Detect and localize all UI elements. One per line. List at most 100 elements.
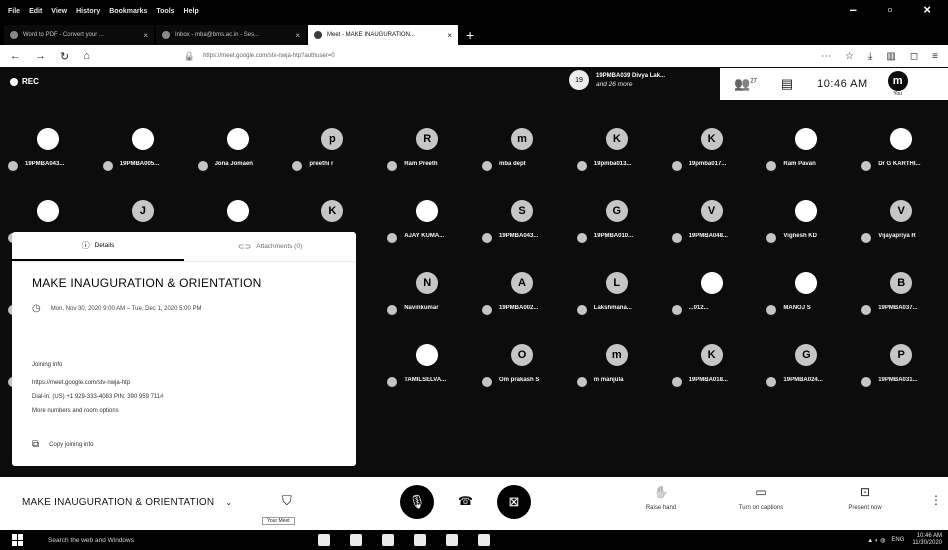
home-icon[interactable]: ⌂	[83, 50, 90, 62]
copy-joining-info-button[interactable]: ⧉ Copy joining info	[32, 439, 94, 450]
participant-tile[interactable]: S 19PMBA043...	[474, 190, 569, 260]
tab-inbox[interactable]: Inbox - mba@bms.ac.in - Ses... ×	[156, 25, 306, 45]
mail-icon[interactable]	[414, 534, 426, 546]
mic-muted-icon	[671, 377, 682, 387]
participant-tile[interactable]: V Vijayapriya R	[853, 190, 948, 260]
presenter-info: 19 19PMBA039 Divya Lak... and 26 more	[569, 70, 719, 90]
page-actions-icon[interactable]: ⋯	[821, 51, 831, 62]
browser-menu-icon[interactable]: ≡	[932, 51, 938, 62]
participant-tile[interactable]: Dr G KARTHI...	[853, 118, 948, 188]
participant-tile[interactable]: m m manjula	[569, 334, 664, 404]
close-window-button[interactable]: ×	[923, 3, 931, 17]
menu-file[interactable]: File	[8, 8, 20, 15]
participant-avatar: J	[131, 200, 154, 222]
participant-tile[interactable]: O Om prakash S	[474, 334, 569, 404]
participant-tile[interactable]: Vignesh KD	[758, 190, 853, 260]
menu-tools[interactable]: Tools	[156, 8, 174, 15]
meeting-title: MAKE INAUGURATION & ORIENTATION	[22, 497, 215, 508]
self-avatar: m	[887, 71, 908, 91]
participant-tile[interactable]: B 19PMBA037...	[853, 262, 948, 332]
menu-bookmarks[interactable]: Bookmarks	[109, 8, 147, 15]
mic-muted-icon	[102, 161, 113, 171]
camera-toggle-button[interactable]: ⊠	[497, 485, 531, 519]
participant-tile[interactable]: G 19PMBA010...	[569, 190, 664, 260]
participant-tile[interactable]: N Navinkumar	[379, 262, 474, 332]
participant-tile[interactable]: R Ram Preeth	[379, 118, 474, 188]
tab-close-icon[interactable]: ×	[295, 31, 300, 40]
shield-icon[interactable]: ⛉	[282, 493, 292, 509]
chat-icon[interactable]: ▤	[781, 76, 793, 92]
maximize-button[interactable]: ▫	[888, 3, 893, 17]
mic-muted-icon	[861, 233, 872, 243]
participant-tile[interactable]: K 19pmba013...	[569, 118, 664, 188]
participant-avatar	[226, 200, 249, 222]
participant-tile[interactable]: 19PMBA043...	[0, 118, 95, 188]
windows-start-icon[interactable]	[12, 534, 24, 546]
more-options-icon[interactable]: ⋮	[930, 493, 942, 507]
participant-tile[interactable]: MANOJ S	[758, 262, 853, 332]
participant-tile[interactable]: AJAY KUMA...	[379, 190, 474, 260]
participant-tile[interactable]: ...012...	[664, 262, 759, 332]
participant-tile[interactable]: K 19pmba017...	[664, 118, 759, 188]
raise-hand-button[interactable]: ✋ Raise hand	[616, 485, 706, 511]
firefox-icon[interactable]	[446, 534, 458, 546]
tab-close-icon[interactable]: ×	[447, 31, 452, 40]
present-now-button[interactable]: ⊡ Present now	[820, 485, 910, 511]
forward-icon[interactable]: →	[35, 50, 46, 62]
participant-tile[interactable]: A 19PMBA002...	[474, 262, 569, 332]
people-icon[interactable]: 👥27	[734, 76, 757, 92]
reload-icon[interactable]: ↻	[60, 50, 69, 63]
participant-tile[interactable]: 19PMBA005...	[95, 118, 190, 188]
more-numbers-link[interactable]: More numbers and room options	[32, 404, 163, 418]
participant-name: Lakshmana...	[593, 305, 632, 311]
tab-label: Inbox - mba@bms.ac.in - Ses...	[175, 32, 260, 38]
bookmark-star-icon[interactable]: ☆	[845, 51, 854, 62]
participant-tile[interactable]: Jona Jomaen	[190, 118, 285, 188]
menu-history[interactable]: History	[76, 8, 100, 15]
participant-tile[interactable]: m mba dept	[474, 118, 569, 188]
downloads-icon[interactable]: ⤓	[868, 51, 872, 62]
menu-edit[interactable]: Edit	[29, 8, 42, 15]
participant-tile[interactable]: P 19PMBA031...	[853, 334, 948, 404]
microphone-toggle-button[interactable]: 🎙	[400, 485, 434, 519]
tab-attachments-label: Attachments (0)	[256, 243, 303, 250]
menu-help[interactable]: Help	[184, 8, 199, 15]
extension-icon[interactable]: ◻	[910, 51, 918, 62]
meeting-title-button[interactable]: MAKE INAUGURATION & ORIENTATION ⌄	[22, 497, 232, 508]
minimize-button[interactable]: –	[850, 3, 857, 17]
self-view[interactable]: m You	[887, 71, 908, 97]
participant-tile[interactable]: V 19PMBA048...	[664, 190, 759, 260]
tab-word-to-pdf[interactable]: Word to PDF - Convert your ... ×	[4, 25, 154, 45]
tab-details[interactable]: ⓘ Details	[12, 232, 184, 261]
participant-tile[interactable]: G 19PMBA024...	[758, 334, 853, 404]
participant-name: m manjula	[593, 377, 624, 383]
app-icon[interactable]	[478, 534, 490, 546]
participant-tile[interactable]: Ram Pavan	[758, 118, 853, 188]
participant-avatar: V	[890, 200, 913, 222]
tab-attachments[interactable]: ⊂⊃ Attachments (0)	[184, 232, 356, 261]
meeting-time: 10:46 AM	[817, 78, 868, 90]
hang-up-button[interactable]: ☎	[458, 494, 473, 508]
participant-tile[interactable]: K 19PMBA018...	[664, 334, 759, 404]
store-icon[interactable]	[382, 534, 394, 546]
task-view-icon[interactable]	[318, 534, 330, 546]
language-indicator[interactable]: ENG	[891, 537, 904, 543]
meeting-link[interactable]: https://meet.google.com/stv-nwja-htp	[32, 376, 163, 390]
participant-tile[interactable]: p preethi r	[284, 118, 379, 188]
taskbar-search-input[interactable]: Search the web and Windows	[48, 537, 288, 544]
tab-meet[interactable]: Meet - MAKE INAUGURATION... ×	[308, 25, 458, 45]
participant-name: 19PMBA031...	[878, 377, 918, 383]
participant-tile[interactable]: TAMILSELVA...	[379, 334, 474, 404]
address-bar[interactable]: 🔒 https://meet.google.com/stv-nwja-htp?a…	[184, 51, 624, 62]
tab-close-icon[interactable]: ×	[143, 31, 148, 40]
back-icon[interactable]: ←	[10, 50, 21, 62]
menu-view[interactable]: View	[51, 8, 67, 15]
network-icon[interactable]: ▲ ◐ ◍	[867, 537, 885, 544]
library-icon[interactable]: ▥	[886, 51, 895, 62]
file-explorer-icon[interactable]	[350, 534, 362, 546]
new-tab-button[interactable]: +	[466, 25, 474, 45]
participant-tile[interactable]: L Lakshmana...	[569, 262, 664, 332]
captions-button[interactable]: ▭ Turn on captions	[716, 485, 806, 511]
participant-avatar	[890, 128, 913, 150]
taskbar-clock[interactable]: 10:46 AM 11/30/2020	[912, 533, 942, 547]
